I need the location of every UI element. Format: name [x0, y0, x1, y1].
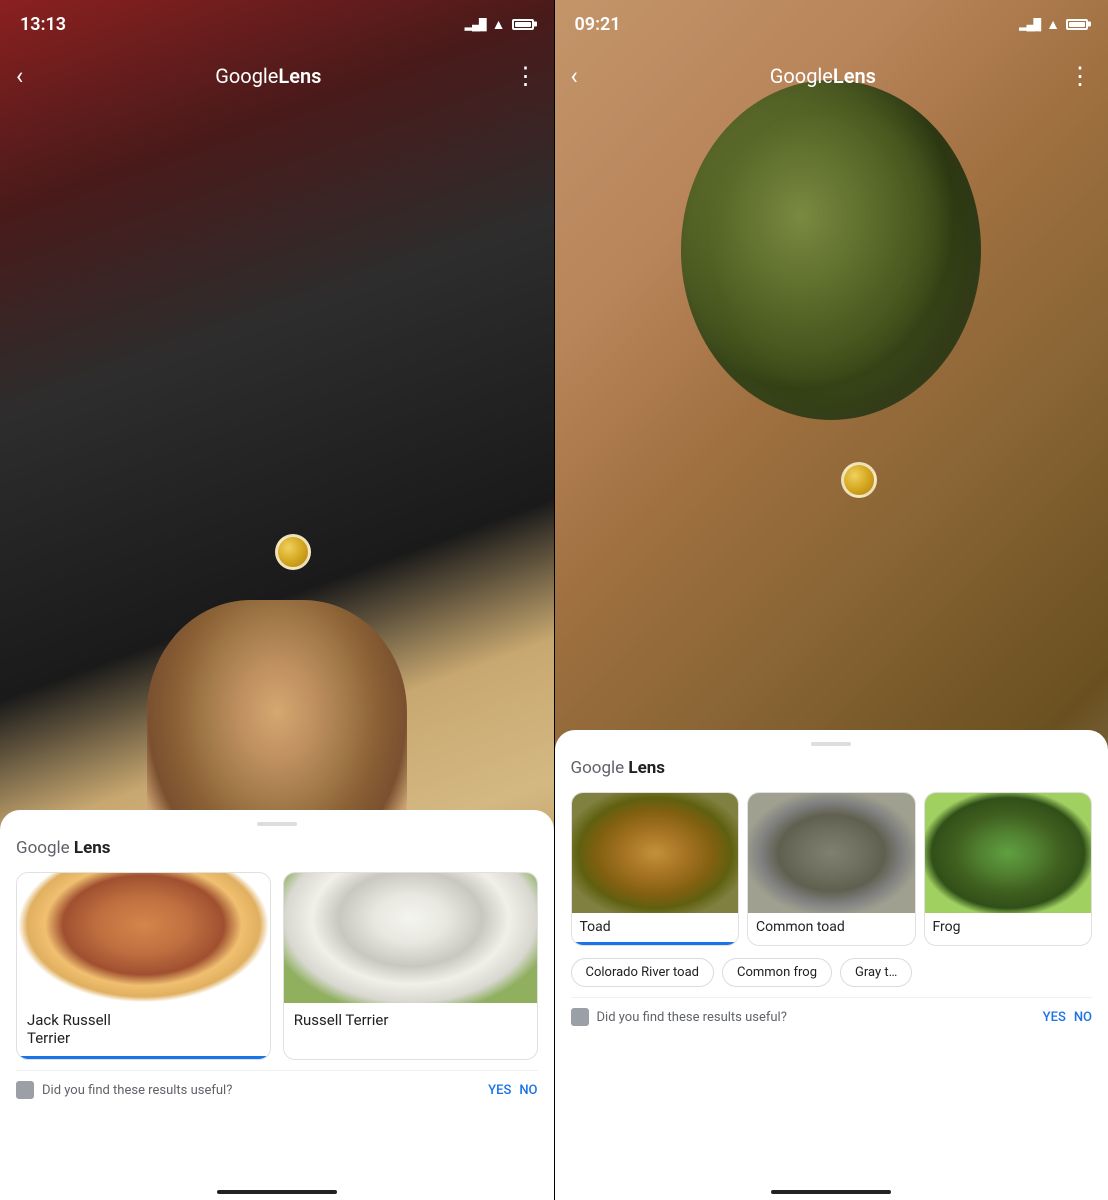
status-bar-right: 09:21 ▂▄█ ▲ — [555, 0, 1108, 48]
home-indicator-left — [217, 1190, 337, 1194]
toad-label-3: Frog — [925, 913, 1092, 945]
chips-row: Colorado River toad Common frog Gray t… — [571, 958, 1093, 987]
feedback-icon-right — [571, 1008, 589, 1026]
feedback-row-right: Did you find these results useful? YES N… — [571, 997, 1093, 1040]
status-icons-right: ▂▄█ ▲ — [1019, 16, 1088, 33]
title-lens-left: Lens — [278, 64, 321, 88]
sheet-handle-right — [811, 742, 851, 746]
status-icons-left: ▂▄█ ▲ — [465, 16, 534, 33]
bottom-sheet-left: Google Lens Jack RussellTerrier Russell … — [0, 810, 554, 1200]
sheet-title-right: Google Lens — [571, 758, 1093, 778]
right-phone: 09:21 ▂▄█ ▲ ‹ Google Lens ⋮ Google Lens — [555, 0, 1108, 1200]
signal-icon-left: ▂▄█ — [465, 18, 486, 31]
status-time-right: 09:21 — [575, 14, 621, 35]
title-google-left: Google — [215, 64, 278, 88]
top-bar-left: ‹ Google Lens ⋮ — [0, 48, 554, 104]
back-button-right[interactable]: ‹ — [571, 62, 578, 90]
card-label-jack-russell: Jack RussellTerrier — [17, 1003, 270, 1059]
bottom-sheet-right: Google Lens Toad Common toad Frog Colora… — [555, 730, 1108, 1200]
sheet-handle-left — [257, 822, 297, 826]
feedback-yes-left[interactable]: YES — [488, 1083, 511, 1098]
toad-img-2 — [748, 793, 915, 913]
chip-gray-t[interactable]: Gray t… — [840, 958, 912, 987]
card-label-russell-terrier: Russell Terrier — [284, 1003, 537, 1041]
focus-dot-right — [841, 462, 877, 498]
signal-icon-right: ▂▄█ — [1019, 18, 1040, 31]
feedback-no-left[interactable]: NO — [519, 1083, 537, 1098]
chip-common-frog[interactable]: Common frog — [722, 958, 832, 987]
dog-cards-row: Jack RussellTerrier Russell Terrier — [16, 872, 538, 1060]
card-russell-terrier[interactable]: Russell Terrier — [283, 872, 538, 1060]
sheet-title-left: Google Lens — [16, 838, 538, 858]
left-phone: 13:13 ▂▄█ ▲ ‹ Google Lens ⋮ Google Lens — [0, 0, 554, 1200]
toad-cards-row: Toad Common toad Frog — [571, 792, 1093, 946]
focus-dot-left — [275, 534, 311, 570]
app-title-right: Google Lens — [770, 64, 876, 88]
more-button-left[interactable]: ⋮ — [513, 62, 537, 90]
back-button-left[interactable]: ‹ — [16, 62, 23, 90]
more-button-right[interactable]: ⋮ — [1068, 62, 1092, 90]
card-common-toad[interactable]: Common toad — [747, 792, 916, 946]
card-frog[interactable]: Frog — [924, 792, 1093, 946]
sheet-google-right: Google — [571, 758, 625, 778]
title-lens-right: Lens — [833, 64, 876, 88]
home-indicator-right — [771, 1190, 891, 1194]
top-bar-right: ‹ Google Lens ⋮ — [555, 48, 1108, 104]
feedback-icon-left — [16, 1081, 34, 1099]
toad-image — [681, 80, 981, 420]
app-title-left: Google Lens — [215, 64, 321, 88]
card-img-jack-russell — [17, 873, 270, 1003]
sheet-lens-right: Lens — [624, 758, 665, 778]
battery-left — [512, 19, 534, 30]
toad-label-1: Toad — [572, 913, 739, 945]
toad-img-3 — [925, 793, 1092, 913]
feedback-no-right[interactable]: NO — [1074, 1010, 1092, 1025]
wifi-icon-right: ▲ — [1046, 16, 1060, 33]
card-img-russell-terrier — [284, 873, 537, 1003]
status-bar-left: 13:13 ▂▄█ ▲ — [0, 0, 554, 48]
feedback-row-left: Did you find these results useful? YES N… — [16, 1070, 538, 1113]
card-toad[interactable]: Toad — [571, 792, 740, 946]
toad-img-1 — [572, 793, 739, 913]
battery-right — [1066, 19, 1088, 30]
feedback-text-left: Did you find these results useful? — [42, 1083, 480, 1098]
chip-colorado-river-toad[interactable]: Colorado River toad — [571, 958, 715, 987]
sheet-google-left: Google — [16, 838, 70, 858]
toad-label-2: Common toad — [748, 913, 915, 945]
wifi-icon-left: ▲ — [492, 16, 506, 33]
card-jack-russell[interactable]: Jack RussellTerrier — [16, 872, 271, 1060]
sheet-lens-left: Lens — [70, 838, 111, 858]
feedback-text-right: Did you find these results useful? — [597, 1010, 1035, 1025]
status-time-left: 13:13 — [20, 14, 66, 35]
title-google-right: Google — [770, 64, 833, 88]
feedback-yes-right[interactable]: YES — [1043, 1010, 1066, 1025]
